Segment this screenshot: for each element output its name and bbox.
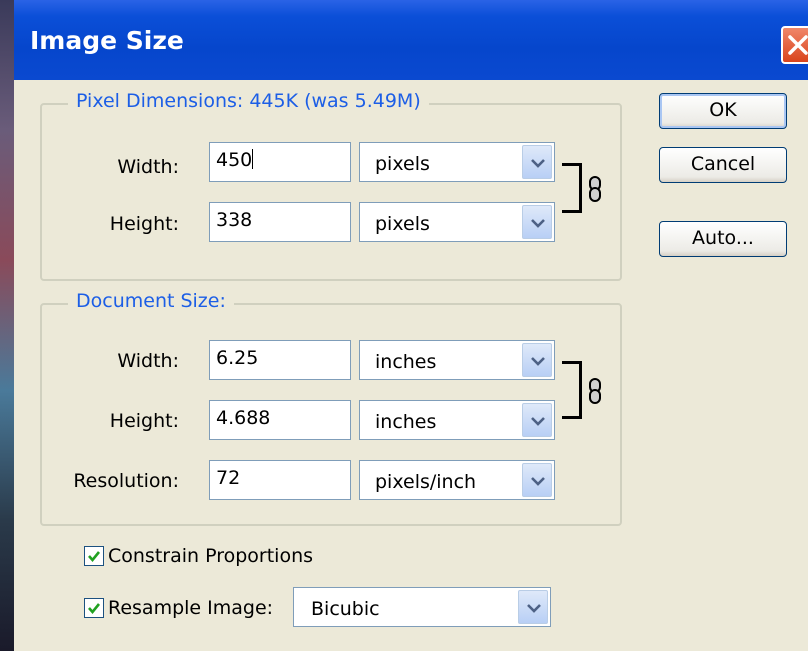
doc-width-unit-select[interactable]: inches: [359, 340, 555, 380]
pixel-width-label: Width:: [117, 156, 179, 178]
chevron-down-icon[interactable]: [522, 463, 552, 497]
constrain-proportions-label[interactable]: Constrain Proportions: [108, 545, 313, 567]
doc-height-unit: inches: [375, 411, 437, 433]
chain-link-icon: [588, 176, 602, 206]
resolution-input[interactable]: 72: [209, 460, 351, 500]
background-edge: [0, 0, 14, 651]
chevron-down-icon[interactable]: [522, 205, 552, 239]
resolution-value: 72: [216, 467, 241, 489]
text-caret: [252, 149, 254, 169]
resolution-unit: pixels/inch: [375, 471, 477, 493]
document-size-legend: Document Size:: [68, 290, 234, 312]
pixel-height-label: Height:: [109, 213, 179, 235]
doc-height-label: Height:: [109, 410, 179, 432]
resample-image-label[interactable]: Resample Image:: [108, 597, 273, 619]
constrain-bracket: [562, 163, 582, 213]
resolution-unit-select[interactable]: pixels/inch: [359, 460, 555, 500]
window-title: Image Size: [30, 26, 184, 55]
resolution-label: Resolution:: [73, 470, 179, 492]
doc-height-value: 4.688: [216, 407, 271, 429]
resample-image-checkbox[interactable]: [84, 598, 104, 618]
dialog-body: Pixel Dimensions: 445K (was 5.49M) Width…: [14, 80, 808, 651]
ok-button[interactable]: OK: [659, 93, 787, 129]
pixel-width-value: 450: [216, 149, 253, 171]
doc-width-label: Width:: [117, 350, 179, 372]
doc-width-input[interactable]: 6.25: [209, 340, 351, 380]
title-bar[interactable]: Image Size: [14, 0, 808, 80]
pixel-width-input[interactable]: 450: [209, 142, 351, 182]
auto-button[interactable]: Auto...: [659, 221, 787, 257]
chevron-down-icon[interactable]: [522, 403, 552, 437]
doc-width-unit: inches: [375, 351, 437, 373]
doc-width-value: 6.25: [216, 347, 259, 369]
chevron-down-icon[interactable]: [522, 343, 552, 377]
resample-method-value: Bicubic: [311, 598, 380, 620]
doc-height-unit-select[interactable]: inches: [359, 400, 555, 440]
constrain-bracket: [562, 361, 582, 419]
doc-height-input[interactable]: 4.688: [209, 400, 351, 440]
close-button[interactable]: [781, 26, 808, 64]
pixel-dimensions-group: [40, 103, 622, 281]
chain-link-icon: [588, 378, 602, 408]
pixel-dimensions-legend: Pixel Dimensions: 445K (was 5.49M): [68, 90, 429, 112]
pixel-height-unit-select[interactable]: pixels: [359, 202, 555, 242]
pixel-height-unit: pixels: [375, 213, 430, 235]
pixel-height-value: 338: [216, 209, 253, 231]
chevron-down-icon[interactable]: [518, 590, 548, 624]
chevron-down-icon[interactable]: [522, 145, 552, 179]
pixel-width-unit: pixels: [375, 153, 430, 175]
constrain-proportions-checkbox[interactable]: [84, 546, 104, 566]
pixel-width-unit-select[interactable]: pixels: [359, 142, 555, 182]
cancel-button[interactable]: Cancel: [659, 147, 787, 183]
resample-method-select[interactable]: Bicubic: [293, 587, 551, 627]
pixel-height-input[interactable]: 338: [209, 202, 351, 242]
